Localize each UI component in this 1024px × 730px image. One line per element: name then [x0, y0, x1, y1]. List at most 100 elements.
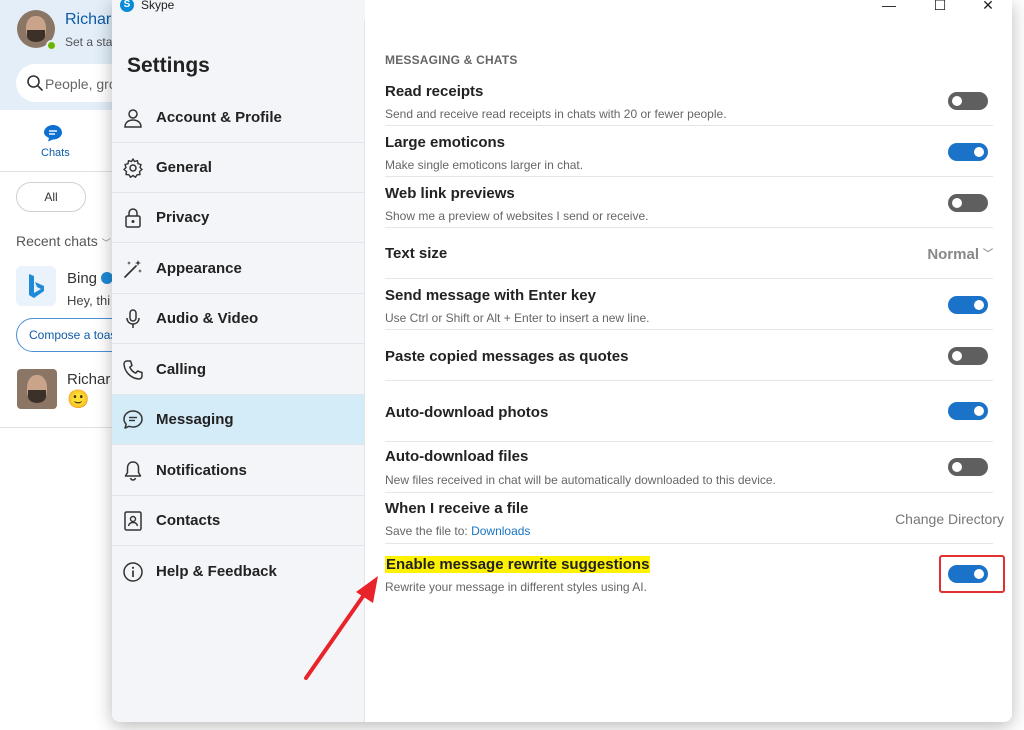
- setting-read-receipts: Read receipts Send and receive read rece…: [385, 75, 993, 126]
- search-icon: [27, 75, 43, 91]
- setting-title: Web link previews: [385, 185, 515, 202]
- info-icon: [123, 562, 143, 582]
- change-directory-button[interactable]: Change Directory: [895, 511, 1004, 527]
- setting-description: Make single emoticons larger in chat.: [385, 158, 584, 172]
- setting-title: Send message with Enter key: [385, 287, 596, 304]
- read-receipts-toggle[interactable]: [948, 92, 988, 110]
- highlighted-setting-title: Enable message rewrite suggestions: [385, 556, 651, 573]
- set-status-link[interactable]: Set a sta: [65, 35, 112, 49]
- auto-download-photos-toggle[interactable]: [948, 402, 988, 420]
- sidebar-item-label: Help & Feedback: [156, 563, 277, 580]
- search-placeholder: People, gro: [45, 76, 117, 92]
- sidebar-item-messaging[interactable]: Messaging: [112, 395, 364, 445]
- contact-chat-preview: 🙂: [67, 389, 90, 409]
- user-name[interactable]: Richar: [65, 11, 111, 29]
- messaging-settings-panel: MESSAGING & CHATS Read receipts Send and…: [365, 20, 1012, 722]
- setting-title: Large emoticons: [385, 134, 506, 151]
- sidebar-item-contacts[interactable]: Contacts: [112, 496, 364, 546]
- divider: [0, 171, 115, 172]
- bing-logo-icon[interactable]: [16, 266, 56, 306]
- large-emoticons-toggle[interactable]: [948, 143, 988, 161]
- downloads-link[interactable]: Downloads: [471, 524, 530, 538]
- sidebar-item-label: General: [156, 159, 212, 176]
- chats-tab-label[interactable]: Chats: [41, 147, 70, 159]
- divider: [0, 427, 115, 428]
- annotation-highlight-box: [939, 555, 1005, 593]
- settings-title: Settings: [127, 54, 210, 77]
- web-link-previews-toggle[interactable]: [948, 194, 988, 212]
- auto-download-files-toggle[interactable]: [948, 458, 988, 476]
- recent-chats-text: Recent chats: [16, 233, 98, 249]
- sidebar-item-label: Privacy: [156, 209, 210, 226]
- setting-description: New files received in chat will be autom…: [385, 473, 776, 487]
- sidebar-item-account-profile[interactable]: Account & Profile: [112, 93, 364, 143]
- sidebar-item-label: Contacts: [156, 512, 221, 529]
- send-with-enter-toggle[interactable]: [948, 296, 988, 314]
- sidebar-item-label: Appearance: [156, 260, 242, 277]
- microphone-icon: [126, 309, 140, 328]
- setting-title: Enable message rewrite suggestions: [385, 556, 651, 573]
- magic-wand-icon: [124, 260, 142, 278]
- setting-description: Send and receive read receipts in chats …: [385, 107, 727, 121]
- sidebar-item-notifications[interactable]: Notifications: [112, 446, 364, 496]
- chat-bubble-icon: [123, 410, 143, 429]
- annotation-arrow-icon: [304, 576, 378, 680]
- contact-chat-name[interactable]: Richar: [67, 371, 110, 388]
- setting-title: Auto-download files: [385, 448, 529, 465]
- setting-web-link-previews: Web link previews Show me a preview of w…: [385, 177, 993, 228]
- setting-auto-download-files: Auto-download files New files received i…: [385, 442, 993, 493]
- text-size-dropdown[interactable]: Normal ﹀: [927, 246, 993, 263]
- sidebar-item-privacy[interactable]: Privacy: [112, 193, 364, 243]
- sidebar-item-audio-video[interactable]: Audio & Video: [112, 294, 364, 344]
- phone-icon: [123, 360, 143, 380]
- setting-title: Paste copied messages as quotes: [385, 348, 629, 365]
- person-icon: [124, 109, 142, 128]
- chats-tab-icon[interactable]: [43, 124, 63, 142]
- sidebar-item-label: Notifications: [156, 462, 247, 479]
- setting-description: Use Ctrl or Shift or Alt + Enter to inse…: [385, 311, 650, 325]
- sidebar-item-label: Calling: [156, 361, 207, 378]
- setting-text-size: Text size Normal ﹀: [385, 228, 993, 279]
- setting-large-emoticons: Large emoticons Make single emoticons la…: [385, 126, 993, 177]
- online-status-dot: [46, 40, 57, 51]
- paste-as-quotes-toggle[interactable]: [948, 347, 988, 365]
- bell-icon: [124, 461, 142, 481]
- sidebar-item-general[interactable]: General: [112, 143, 364, 193]
- setting-message-rewrite: Enable message rewrite suggestions Rewri…: [385, 544, 1005, 604]
- setting-title: Read receipts: [385, 83, 484, 100]
- setting-title: Text size: [385, 245, 448, 262]
- close-button[interactable]: ✕: [973, 0, 1003, 16]
- minimize-button[interactable]: —: [874, 0, 904, 16]
- bing-chat-preview: Hey, thi: [67, 293, 111, 308]
- gear-icon: [123, 158, 143, 178]
- title-bar: S Skype — ☐ ✕: [112, 0, 1012, 20]
- sidebar-item-label: Account & Profile: [156, 109, 282, 126]
- sidebar-item-label: Audio & Video: [156, 310, 259, 327]
- setting-description: Save the file to: Downloads: [385, 524, 530, 538]
- setting-send-with-enter: Send message with Enter key Use Ctrl or …: [385, 279, 993, 330]
- bing-name-text: Bing: [67, 270, 98, 287]
- contact-avatar[interactable]: [17, 369, 57, 409]
- section-header: MESSAGING & CHATS: [385, 53, 518, 67]
- contact-card-icon: [124, 511, 142, 531]
- bing-chat-name[interactable]: Bing: [67, 270, 114, 287]
- text-size-value: Normal: [927, 246, 979, 263]
- lock-icon: [125, 208, 141, 228]
- setting-description: Show me a preview of websites I send or …: [385, 209, 649, 223]
- maximize-button[interactable]: ☐: [925, 0, 955, 16]
- setting-paste-as-quotes: Paste copied messages as quotes: [385, 330, 993, 381]
- window-title: Skype: [141, 0, 175, 12]
- chevron-down-icon: ﹀: [101, 238, 111, 248]
- settings-dialog: S Skype — ☐ ✕ Settings Account & Profile…: [112, 0, 1012, 722]
- setting-title: Auto-download photos: [385, 404, 549, 421]
- description-prefix: Save the file to:: [385, 524, 472, 538]
- sidebar-item-label: Messaging: [156, 411, 234, 428]
- setting-receive-file: When I receive a file Save the file to: …: [385, 493, 1004, 544]
- sidebar-item-calling[interactable]: Calling: [112, 345, 364, 395]
- setting-title: When I receive a file: [385, 500, 529, 517]
- sidebar-item-appearance[interactable]: Appearance: [112, 244, 364, 294]
- filter-all-button[interactable]: All: [16, 182, 86, 212]
- recent-chats-label[interactable]: Recent chats ﹀: [16, 233, 111, 249]
- chevron-down-icon: ﹀: [983, 249, 993, 260]
- setting-auto-download-photos: Auto-download photos: [385, 381, 993, 442]
